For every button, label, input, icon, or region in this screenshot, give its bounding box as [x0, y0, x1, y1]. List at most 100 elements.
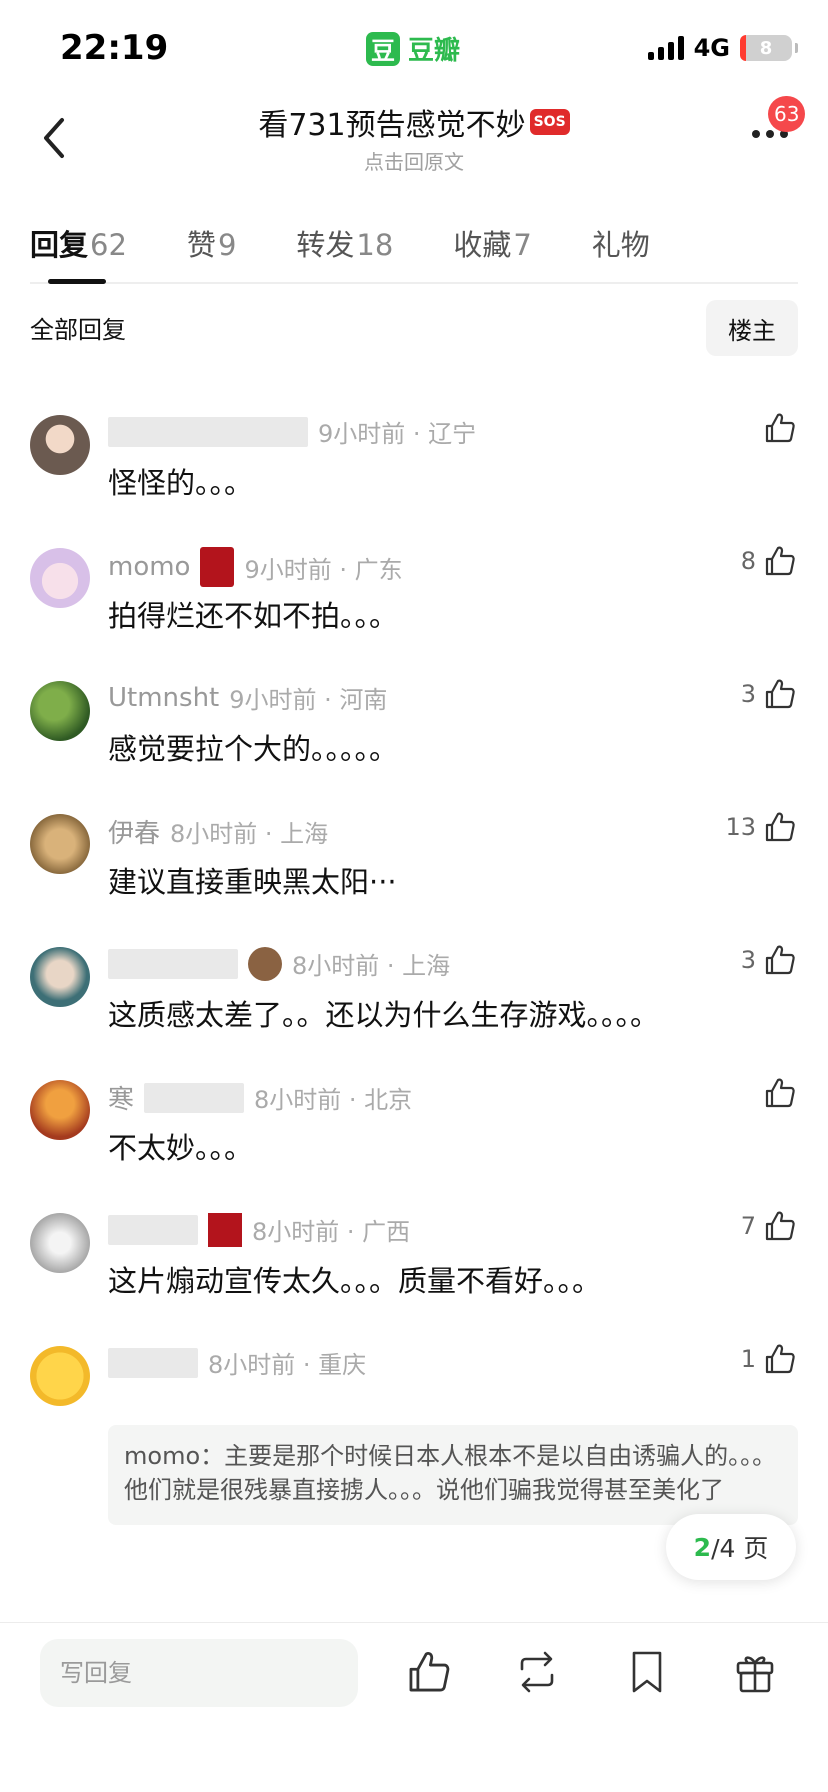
comment-item: Utmnsht 9小时前 · 河南 感觉要拉个大的。。。。。 3 — [0, 666, 828, 818]
comment-item: 8小时前 · 广西 这片煽动宣传太久。。。质量不看好。。。 7 — [0, 1198, 828, 1350]
bookmark-button[interactable] — [622, 1647, 672, 1697]
comment-username[interactable]: Utmnsht — [108, 683, 219, 713]
reply-input[interactable] — [40, 1639, 358, 1707]
status-app-name: 豆瓣 — [408, 36, 461, 66]
gift-button[interactable] — [730, 1647, 780, 1697]
avatar[interactable] — [30, 814, 90, 874]
comment-meta: momo 9小时前 · 广东 — [108, 547, 403, 587]
comment-username[interactable]: 伊春 — [108, 813, 160, 850]
nav-bar: 看731预告感觉不妙 SOS 点击回原文 63 — [0, 96, 828, 216]
thumb-up-icon — [765, 1344, 795, 1374]
comment-text: 建议直接重映黑太阳··· — [108, 865, 397, 899]
like-post-button[interactable] — [404, 1647, 454, 1697]
battery-level: 8 — [759, 37, 773, 59]
quote-author: momo： — [124, 1442, 225, 1470]
blurred-username[interactable] — [108, 1347, 198, 1378]
blurred-username[interactable] — [108, 1214, 198, 1245]
avatar[interactable] — [30, 1346, 90, 1406]
network-type: 4G — [693, 34, 730, 62]
back-to-original-link[interactable]: 点击回原文 — [150, 146, 678, 175]
avatar[interactable] — [30, 947, 90, 1007]
like-count: 1 — [740, 1345, 756, 1373]
like-count: 7 — [740, 1212, 756, 1240]
tab-label: 赞 — [186, 228, 216, 262]
thumb-up-icon — [409, 1652, 450, 1692]
like-count: 3 — [740, 946, 756, 974]
like-button[interactable]: 3 — [741, 942, 798, 978]
tab-reposts[interactable]: 转发18 — [296, 216, 393, 282]
total-pages: /4 页 — [711, 1534, 769, 1563]
like-button[interactable]: 7 — [741, 1208, 798, 1244]
comment-username[interactable]: momo — [108, 552, 190, 582]
avatar[interactable] — [30, 548, 90, 608]
bookmark-icon — [632, 1651, 662, 1693]
blurred-username — [144, 1082, 245, 1113]
like-button[interactable] — [756, 410, 798, 446]
like-button[interactable]: 3 — [741, 676, 798, 712]
like-button[interactable]: 1 — [741, 1341, 798, 1377]
signal-icon — [647, 36, 684, 60]
owner-only-button[interactable]: 楼主 — [706, 300, 798, 356]
comment-time: 8小时前 · 广西 — [252, 1218, 411, 1246]
badge-icon — [248, 946, 282, 981]
tab-gifts[interactable]: 礼物 — [592, 216, 650, 282]
status-bar: 22:19 豆 豆瓣 4G 8 — [0, 0, 828, 96]
status-time: 22:19 — [60, 28, 169, 68]
comment-text: 这片煽动宣传太久。。。质量不看好。。。 — [108, 1264, 602, 1298]
page-indicator[interactable]: 2/4 页 — [666, 1514, 796, 1580]
tab-likes[interactable]: 赞9 — [187, 216, 236, 282]
comment-username[interactable]: 寒 — [108, 1079, 134, 1116]
status-app: 豆 豆瓣 — [366, 30, 460, 67]
comment-item: 8小时前 · 重庆 1 momo：主要是那个时候日本人根本不是以自由诱骗人的。。… — [0, 1331, 828, 1631]
tab-count: 62 — [90, 228, 127, 262]
blurred-username[interactable] — [108, 948, 238, 979]
nav-title-area[interactable]: 看731预告感觉不妙 SOS 点击回原文 — [150, 100, 678, 175]
comment-item: momo 9小时前 · 广东 拍得烂还不如不拍。。。 8 — [0, 533, 828, 685]
like-count: 3 — [740, 680, 756, 708]
gift-icon — [736, 1656, 774, 1693]
comment-item: 寒 8小时前 · 北京 不太妙。。。 — [0, 1065, 828, 1217]
battery-icon: 8 — [740, 35, 798, 61]
avatar[interactable] — [30, 415, 90, 475]
comment-meta: 8小时前 · 上海 — [108, 946, 450, 981]
comment-meta: 寒 8小时前 · 北京 — [108, 1079, 412, 1116]
repost-button[interactable] — [512, 1647, 562, 1697]
like-button[interactable]: 8 — [741, 543, 798, 579]
badge-icon — [200, 547, 235, 587]
comment-item: 8小时前 · 上海 这质感太差了。。还以为什么生存游戏。。。。 3 — [0, 932, 828, 1084]
page-title: 看731预告感觉不妙 SOS — [258, 100, 570, 144]
thumb-up-icon — [765, 679, 795, 709]
tab-count: 7 — [513, 228, 532, 262]
like-button[interactable] — [756, 1075, 798, 1111]
comment-time: 9小时前 · 辽宁 — [318, 420, 477, 448]
thumb-up-icon — [765, 945, 795, 975]
tab-label: 回复 — [30, 228, 89, 262]
filter-row: 全部回复 楼主 — [30, 300, 798, 356]
sos-emoji-icon: SOS — [529, 109, 570, 135]
comment-text: 感觉要拉个大的。。。。。 — [108, 732, 399, 766]
like-button[interactable]: 13 — [725, 809, 798, 845]
thumb-up-icon — [765, 546, 795, 576]
blurred-username[interactable] — [108, 416, 308, 447]
thumb-up-icon — [765, 812, 795, 842]
comment-item: 伊春 8小时前 · 上海 建议直接重映黑太阳··· 13 — [0, 799, 828, 951]
comment-meta: 8小时前 · 重庆 — [108, 1345, 366, 1380]
comment-time: 8小时前 · 上海 — [292, 952, 451, 980]
comment-item: 9小时前 · 辽宁 怪怪的。。。 — [0, 400, 828, 552]
back-button[interactable] — [26, 106, 86, 166]
comment-time: 8小时前 · 重庆 — [208, 1351, 367, 1379]
comment-time: 8小时前 · 北京 — [254, 1086, 413, 1114]
all-replies-label: 全部回复 — [30, 316, 126, 344]
comment-meta: 8小时前 · 广西 — [108, 1212, 410, 1247]
thumb-up-icon — [765, 1078, 795, 1108]
avatar[interactable] — [30, 1080, 90, 1140]
tab-collections[interactable]: 收藏7 — [453, 216, 531, 282]
tab-count: 9 — [217, 228, 237, 262]
tab-replies[interactable]: 回复62 — [30, 216, 127, 284]
avatar[interactable] — [30, 1213, 90, 1273]
quoted-reply[interactable]: momo：主要是那个时候日本人根本不是以自由诱骗人的。。。他们就是很残暴直接掳人… — [108, 1425, 798, 1525]
repost-icon — [520, 1651, 554, 1693]
comment-meta: Utmnsht 9小时前 · 河南 — [108, 680, 387, 715]
tab-bar: 回复62 赞9 转发18 收藏7 礼物 — [30, 216, 798, 284]
avatar[interactable] — [30, 681, 90, 741]
